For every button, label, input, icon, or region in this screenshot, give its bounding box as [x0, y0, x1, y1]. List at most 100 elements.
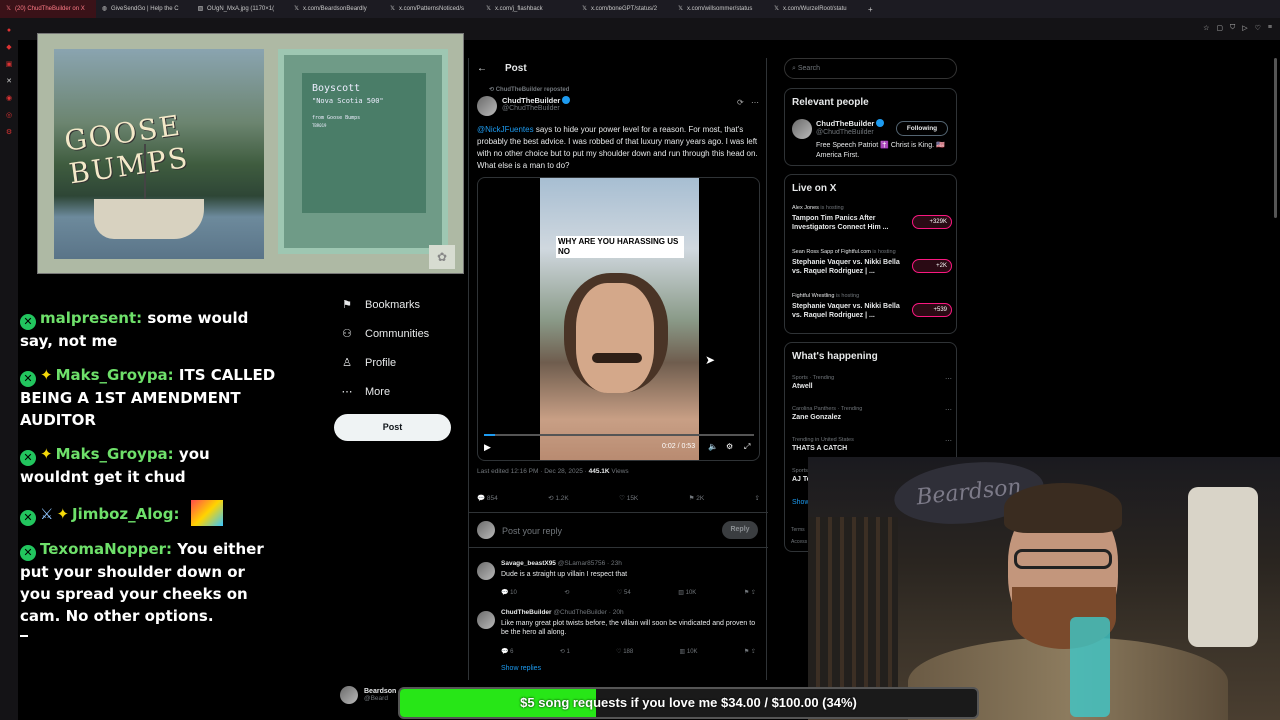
settings-icon[interactable]: ⚙ [726, 442, 733, 451]
sidebar-x-icon[interactable]: ✕ [0, 77, 18, 85]
play-icon[interactable]: ▷ [1242, 24, 1247, 32]
reply-action[interactable]: 💬 6 [501, 648, 513, 655]
post-button[interactable]: Post [334, 414, 451, 441]
browser-tab[interactable]: 𝕏x.com/BeardsonBeardly [288, 0, 384, 18]
mention-link[interactable]: @NickJFuentes [477, 125, 534, 134]
stream-chat: ✕ malpresent: some would say, not me ✕ ✦ Mak… [20, 307, 280, 637]
video-progress-bar[interactable] [484, 434, 754, 436]
reply-action[interactable]: 💬 10 [501, 589, 517, 596]
reply-input[interactable]: Post your reply [502, 526, 562, 536]
following-button[interactable]: Following [896, 121, 948, 136]
reply-button[interactable]: Reply [722, 521, 758, 539]
avatar[interactable] [792, 119, 812, 139]
reply-author[interactable]: ChudTheBuilder [501, 609, 552, 616]
trend-item[interactable]: Trending in United States THATS A CATCH ⋯ [792, 437, 952, 452]
account-switcher[interactable]: Beardson @Beard [340, 686, 396, 704]
relevant-name[interactable]: ChudTheBuilder [816, 119, 874, 128]
scrollbar[interactable] [1274, 58, 1277, 218]
fullscreen-icon[interactable]: ⤢ [744, 442, 750, 452]
more-options-icon[interactable]: ⋯ [751, 98, 759, 107]
more-options-icon[interactable]: ⋯ [945, 406, 952, 414]
trend-item[interactable]: Carolina Panthers · Trending Zane Gonzale… [792, 406, 952, 421]
bookmark-star-icon[interactable]: ☆ [1203, 24, 1209, 32]
more-options-icon[interactable]: ⋯ [945, 375, 952, 383]
show-replies-link[interactable]: Show replies [501, 665, 541, 672]
sidebar-app-icon[interactable]: ◉ [0, 94, 18, 102]
browser-tab[interactable]: ◍ GiveSendGo | Help the C [96, 0, 192, 18]
avatar[interactable] [340, 686, 358, 704]
avatar[interactable] [477, 96, 497, 116]
footer-access[interactable]: Access [791, 539, 807, 545]
reply-handle[interactable]: @SLamar85756 · 23h [558, 560, 622, 567]
avatar[interactable] [477, 611, 495, 629]
repost-action[interactable]: ⟲ 1.2K [548, 494, 569, 502]
nav-item-more[interactable]: ⋯ More [336, 377, 456, 406]
like-action[interactable]: ♡ 15K [619, 494, 638, 502]
views-count: 445.1K [588, 468, 610, 475]
avatar[interactable] [477, 562, 495, 580]
browser-tab[interactable]: 𝕏x.com/boneGPT/status/2 [576, 0, 672, 18]
share-icon[interactable]: ⇪ [755, 494, 760, 502]
trend-item[interactable]: Sports · Trending Atwell ⋯ [792, 375, 952, 390]
mute-icon[interactable]: 🔈 [708, 442, 718, 451]
footer-terms[interactable]: Terms [791, 527, 805, 533]
author-handle[interactable]: @ChudTheBuilder [502, 105, 570, 112]
like-action[interactable]: ♡ 54 [617, 589, 631, 596]
profile-icon: ♙ [342, 357, 352, 369]
relevant-title: Relevant people [792, 97, 869, 108]
browser-tab[interactable]: 𝕏x.com/PatternsNoticed/s [384, 0, 480, 18]
browser-tab[interactable]: 𝕏 (20) ChudTheBuilder on X [0, 0, 96, 18]
grok-icon[interactable]: ⟳ [737, 98, 744, 107]
nav-item-bookmarks[interactable]: ⚑ Bookmarks [336, 290, 456, 319]
browser-tab[interactable]: 𝕏x.com/willsommer/status [672, 0, 768, 18]
sidebar-app-icon[interactable]: ● [0, 27, 18, 34]
sidebar-app-icon[interactable]: ◎ [0, 111, 18, 119]
video-player[interactable]: WHY ARE YOU HARASSING US NO ▶ 0:02 / 0:5… [477, 177, 760, 461]
post-author[interactable]: ChudTheBuilder @ChudTheBuilder [477, 96, 571, 116]
reply-author[interactable]: Savage_beastX95 [501, 560, 556, 567]
subscriber-badge-icon: ✕ [20, 450, 36, 466]
shield-icon[interactable]: ⛉ [1230, 24, 1235, 32]
author-name[interactable]: ChudTheBuilder [502, 96, 560, 105]
repost-action[interactable]: ⟲ 1 [560, 648, 570, 655]
live-title: Live on X [792, 183, 837, 194]
reply-handle[interactable]: @ChudTheBuilder · 20h [553, 609, 623, 616]
back-arrow-icon[interactable]: ← [477, 63, 487, 74]
reply-action[interactable]: 💬 854 [477, 494, 498, 502]
show-more-link[interactable]: Show [792, 499, 810, 506]
nav-item-profile[interactable]: ♙ Profile [336, 348, 456, 377]
live-host-status: is hosting [834, 293, 860, 299]
new-tab-icon[interactable]: + [868, 5, 873, 14]
views-action[interactable]: ▥ 10K [678, 589, 696, 596]
sidebar-app-icon[interactable]: ◆ [0, 43, 18, 51]
more-options-icon[interactable]: ⋯ [945, 437, 952, 445]
browser-tab[interactable]: 𝕏x.com/j_flashback [480, 0, 576, 18]
browser-tab[interactable]: 𝕏x.com/WurzelRoot/statu [768, 0, 864, 18]
tab-label: x.com/boneGPT/status/2 [591, 6, 658, 12]
live-host-name: Fightful Wrestling [792, 293, 835, 299]
live-item[interactable]: Alex Jones is hosting Tampon Tim Panics A… [792, 205, 952, 232]
screenshot-icon[interactable]: ▢ [1216, 24, 1223, 32]
search-input[interactable]: ⌕ Search [784, 58, 957, 79]
bookmark-icon[interactable]: ⚑ ⇪ [744, 648, 756, 655]
menu-icon[interactable]: ≡ [1268, 24, 1272, 32]
play-icon[interactable]: ▶ [484, 442, 491, 453]
post-text: @NickJFuentes says to hide your power le… [477, 124, 762, 172]
views-action[interactable]: ▥ 10K [680, 648, 698, 655]
sidebar-app-icon[interactable]: ▣ [0, 60, 18, 68]
relevant-handle[interactable]: @ChudTheBuilder [816, 129, 874, 136]
browser-tab[interactable]: ▧ OUgN_MxA.jpg (1170×1( [192, 0, 288, 18]
like-action[interactable]: ♡ 188 [616, 648, 633, 655]
nav-item-communities[interactable]: ⚇ Communities [336, 319, 456, 348]
sidebar-app-icon[interactable]: ⚙ [0, 128, 18, 136]
live-host: Sean Ross Sapp of Fightful.com is hostin… [792, 249, 952, 255]
post-edited[interactable]: Last edited 12:16 PM · Dec 28, 2025 · [477, 468, 589, 475]
reposted-label: ⟲ ChudTheBuilder reposted [489, 87, 570, 93]
repost-action[interactable]: ⟲ [564, 589, 569, 596]
bookmark-icon[interactable]: ⚑ ⇪ [744, 589, 756, 596]
live-item[interactable]: Fightful Wrestling is hosting Stephanie V… [792, 293, 952, 320]
heart-icon[interactable]: ♡ [1255, 24, 1261, 32]
bookmark-action[interactable]: ⚑ 2K [689, 494, 705, 502]
trend-category: Sports · Trending [792, 375, 835, 381]
live-item[interactable]: Sean Ross Sapp of Fightful.com is hostin… [792, 249, 952, 276]
